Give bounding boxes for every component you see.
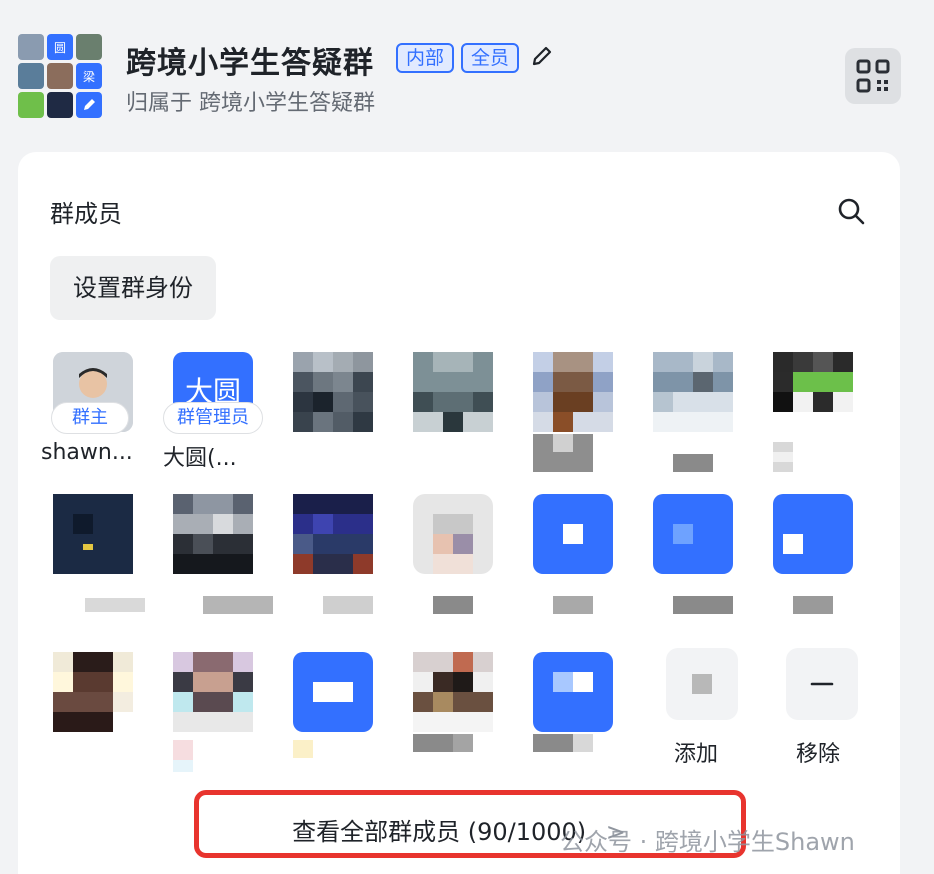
group-header: 圆 梁 跨境小学生答疑群 内部 全员 归属于 跨境小学生答疑群 bbox=[0, 0, 934, 140]
add-label: 添加 bbox=[674, 742, 719, 767]
minus-icon bbox=[810, 682, 834, 686]
avatar-cell bbox=[18, 92, 44, 118]
plus-icon bbox=[692, 674, 712, 694]
tag-internal: 内部 bbox=[396, 43, 455, 73]
qr-code-icon bbox=[856, 59, 890, 93]
pencil-icon bbox=[76, 92, 102, 118]
avatar-cell bbox=[76, 34, 102, 60]
member-blurred[interactable] bbox=[283, 652, 383, 782]
avatar bbox=[533, 352, 613, 472]
member-blurred[interactable] bbox=[403, 352, 503, 472]
set-group-role-button[interactable]: 设置群身份 bbox=[50, 256, 216, 320]
owner-badge: 群主 bbox=[51, 402, 129, 434]
avatar-cell bbox=[18, 34, 44, 60]
admin-badge: 群管理员 bbox=[163, 402, 263, 434]
avatar bbox=[533, 494, 613, 574]
group-subtitle: 归属于 跨境小学生答疑群 bbox=[126, 91, 375, 116]
avatar bbox=[533, 652, 613, 752]
member-name: shawn... bbox=[41, 440, 133, 465]
group-avatar[interactable]: 圆 梁 bbox=[18, 34, 104, 120]
avatar bbox=[53, 494, 133, 574]
avatar bbox=[173, 652, 253, 772]
avatar bbox=[173, 494, 253, 574]
member-blurred[interactable] bbox=[643, 352, 743, 482]
member-blurred[interactable] bbox=[43, 652, 143, 782]
blurred-names bbox=[85, 596, 833, 614]
avatar bbox=[413, 352, 493, 432]
member-name: 大圆(... bbox=[163, 446, 237, 471]
remove-label: 移除 bbox=[796, 742, 841, 767]
avatar bbox=[413, 494, 493, 574]
members-card: 群成员 设置群身份 群主 shawn... 大圆 群管理员 大圆(... 添加 … bbox=[18, 152, 900, 874]
avatar bbox=[293, 352, 373, 432]
member-blurred[interactable] bbox=[523, 352, 623, 482]
avatar-cell bbox=[18, 63, 44, 89]
member-blurred[interactable] bbox=[403, 652, 503, 782]
avatar-cell bbox=[47, 63, 73, 89]
avatar bbox=[773, 494, 853, 574]
member-blurred[interactable] bbox=[523, 652, 623, 782]
edit-icon[interactable] bbox=[530, 44, 554, 68]
member-blurred[interactable] bbox=[283, 352, 383, 472]
remove-member-button[interactable] bbox=[786, 648, 858, 720]
member-admin[interactable]: 大圆 群管理员 大圆(... bbox=[163, 352, 263, 472]
avatar-cell bbox=[47, 92, 73, 118]
avatar-cell: 圆 bbox=[47, 34, 73, 60]
avatar bbox=[413, 652, 493, 752]
search-icon[interactable] bbox=[836, 196, 866, 226]
avatar bbox=[53, 652, 133, 732]
member-blurred[interactable] bbox=[163, 652, 263, 782]
members-title: 群成员 bbox=[50, 200, 122, 228]
add-member-button[interactable] bbox=[666, 648, 738, 720]
avatar-cell: 梁 bbox=[76, 63, 102, 89]
avatar bbox=[773, 352, 853, 472]
avatar bbox=[653, 352, 733, 472]
avatar bbox=[293, 652, 373, 758]
tag-all-staff: 全员 bbox=[461, 43, 520, 73]
avatar bbox=[293, 494, 373, 574]
avatar bbox=[653, 494, 733, 574]
member-blurred[interactable] bbox=[763, 352, 863, 482]
watermark: 公众号 · 跨境小学生Shawn bbox=[560, 828, 855, 856]
member-owner[interactable]: 群主 shawn... bbox=[41, 352, 143, 472]
qr-code-button[interactable] bbox=[845, 48, 901, 104]
group-title: 跨境小学生答疑群 bbox=[126, 46, 374, 81]
